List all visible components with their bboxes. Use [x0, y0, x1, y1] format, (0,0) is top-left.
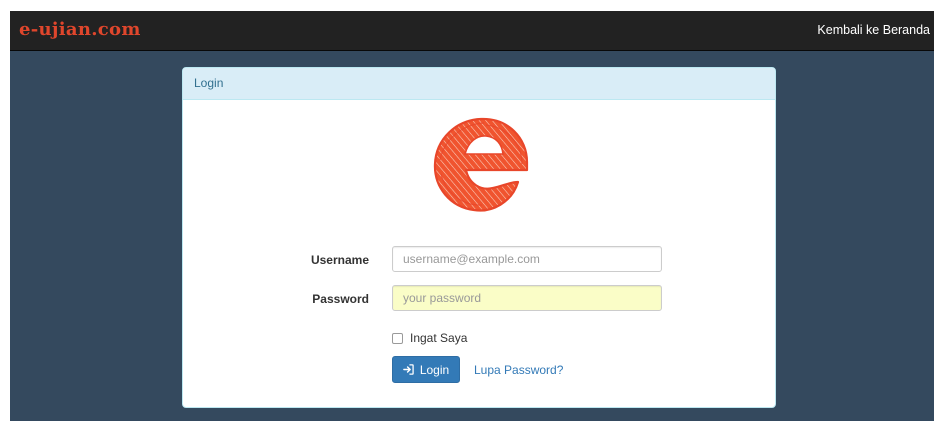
brand-logo-text[interactable]: e-ujian.com	[19, 19, 141, 40]
forgot-password-link[interactable]: Lupa Password?	[474, 363, 563, 377]
login-button-label: Login	[419, 362, 450, 377]
navbar: e-ujian.com Kembali ke Beranda	[10, 11, 934, 51]
username-input[interactable]	[392, 246, 662, 272]
login-button[interactable]: Login	[392, 356, 460, 383]
password-input[interactable]	[392, 285, 662, 311]
page-background: e-ujian.com Kembali ke Beranda Login Use…	[10, 11, 934, 421]
password-label: Password	[312, 292, 369, 306]
panel-heading: Login	[183, 68, 775, 100]
remember-me-checkbox[interactable]	[392, 332, 403, 344]
login-panel: Login Username Password Ingat Saya	[182, 67, 776, 408]
remember-me-label: Ingat Saya	[410, 331, 468, 345]
username-label: Username	[310, 253, 369, 267]
remember-me-option[interactable]: Ingat Saya	[392, 331, 467, 345]
sign-in-icon	[402, 364, 414, 375]
letter-e-logo-icon	[433, 117, 529, 212]
back-to-home-link[interactable]: Kembali ke Beranda	[817, 23, 930, 37]
